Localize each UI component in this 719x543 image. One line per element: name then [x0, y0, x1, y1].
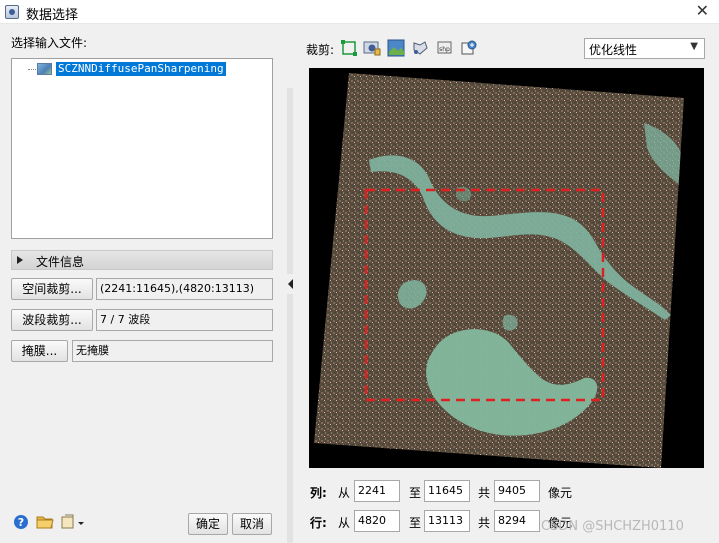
band-crop-value: 7 / 7 波段	[96, 309, 273, 331]
chevron-down-icon[interactable]: ▼	[690, 41, 698, 52]
mask-button[interactable]: 掩膜...	[11, 340, 68, 362]
options-dropdown-icon[interactable]	[60, 514, 86, 532]
crop-image-icon[interactable]	[363, 39, 381, 57]
rows-to-label: 至	[409, 516, 422, 530]
columns-total-label: 共	[478, 486, 491, 500]
columns-to-label: 至	[409, 486, 422, 500]
open-folder-icon[interactable]	[36, 514, 54, 532]
rows-to-input[interactable]: 13113	[424, 510, 470, 532]
tree-item-file[interactable]: SCZNNDiffusePanSharpening	[56, 62, 226, 76]
crop-rect-icon[interactable]	[340, 39, 358, 57]
columns-total-input[interactable]: 9405	[494, 480, 540, 502]
columns-to-input[interactable]: 11645	[424, 480, 470, 502]
cancel-button[interactable]: 取消	[232, 513, 272, 535]
rows-from-input[interactable]: 4820	[354, 510, 400, 532]
title-bar: 数据选择 ✕	[0, 0, 719, 24]
expand-arrow-icon[interactable]	[17, 256, 23, 264]
file-info-section[interactable]: 文件信息	[11, 250, 273, 270]
stretch-select-value: 优化线性	[589, 43, 638, 57]
svg-text:shp: shp	[439, 46, 450, 53]
file-info-label: 文件信息	[36, 255, 85, 269]
columns-from-label: 从	[338, 486, 351, 500]
spatial-crop-button[interactable]: 空间裁剪...	[11, 278, 93, 300]
svg-text:?: ?	[18, 516, 24, 529]
crop-roi-icon[interactable]	[411, 39, 429, 57]
dialog-body: 选择输入文件: SCZNNDiffusePanSharpening 文件信息 空…	[0, 24, 719, 543]
collapse-arrow-icon[interactable]	[288, 279, 293, 289]
input-file-tree[interactable]: SCZNNDiffusePanSharpening	[11, 58, 273, 239]
crop-vector-icon[interactable]	[387, 39, 405, 57]
columns-from-input[interactable]: 2241	[354, 480, 400, 502]
columns-label: 列:	[310, 486, 327, 500]
window-title: 数据选择	[26, 8, 79, 23]
ok-button[interactable]: 确定	[188, 513, 228, 535]
rows-total-input[interactable]: 8294	[494, 510, 540, 532]
columns-unit: 像元	[548, 486, 573, 500]
rows-total-label: 共	[478, 516, 491, 530]
panel-splitter[interactable]	[287, 88, 293, 543]
help-icon[interactable]: ?	[13, 514, 31, 532]
band-crop-button[interactable]: 波段裁剪...	[11, 309, 93, 331]
spatial-crop-value: (2241:11645),(4820:13113)	[96, 278, 273, 300]
rows-label: 行:	[310, 516, 327, 530]
rows-from-label: 从	[338, 516, 351, 530]
input-file-label: 选择输入文件:	[11, 36, 88, 50]
close-icon[interactable]: ✕	[696, 2, 709, 20]
satellite-image	[314, 73, 684, 468]
image-preview[interactable]	[309, 68, 704, 468]
crop-map-icon[interactable]	[460, 39, 478, 57]
crop-file-icon[interactable]: shp	[436, 39, 454, 57]
mask-value: 无掩膜	[72, 340, 273, 362]
raster-file-icon	[37, 63, 52, 75]
app-icon	[5, 5, 19, 19]
stretch-select[interactable]: 优化线性 ▼	[584, 38, 705, 59]
crop-label: 裁剪:	[306, 43, 335, 57]
watermark: CSDN @SHCHZH0110	[541, 519, 684, 534]
